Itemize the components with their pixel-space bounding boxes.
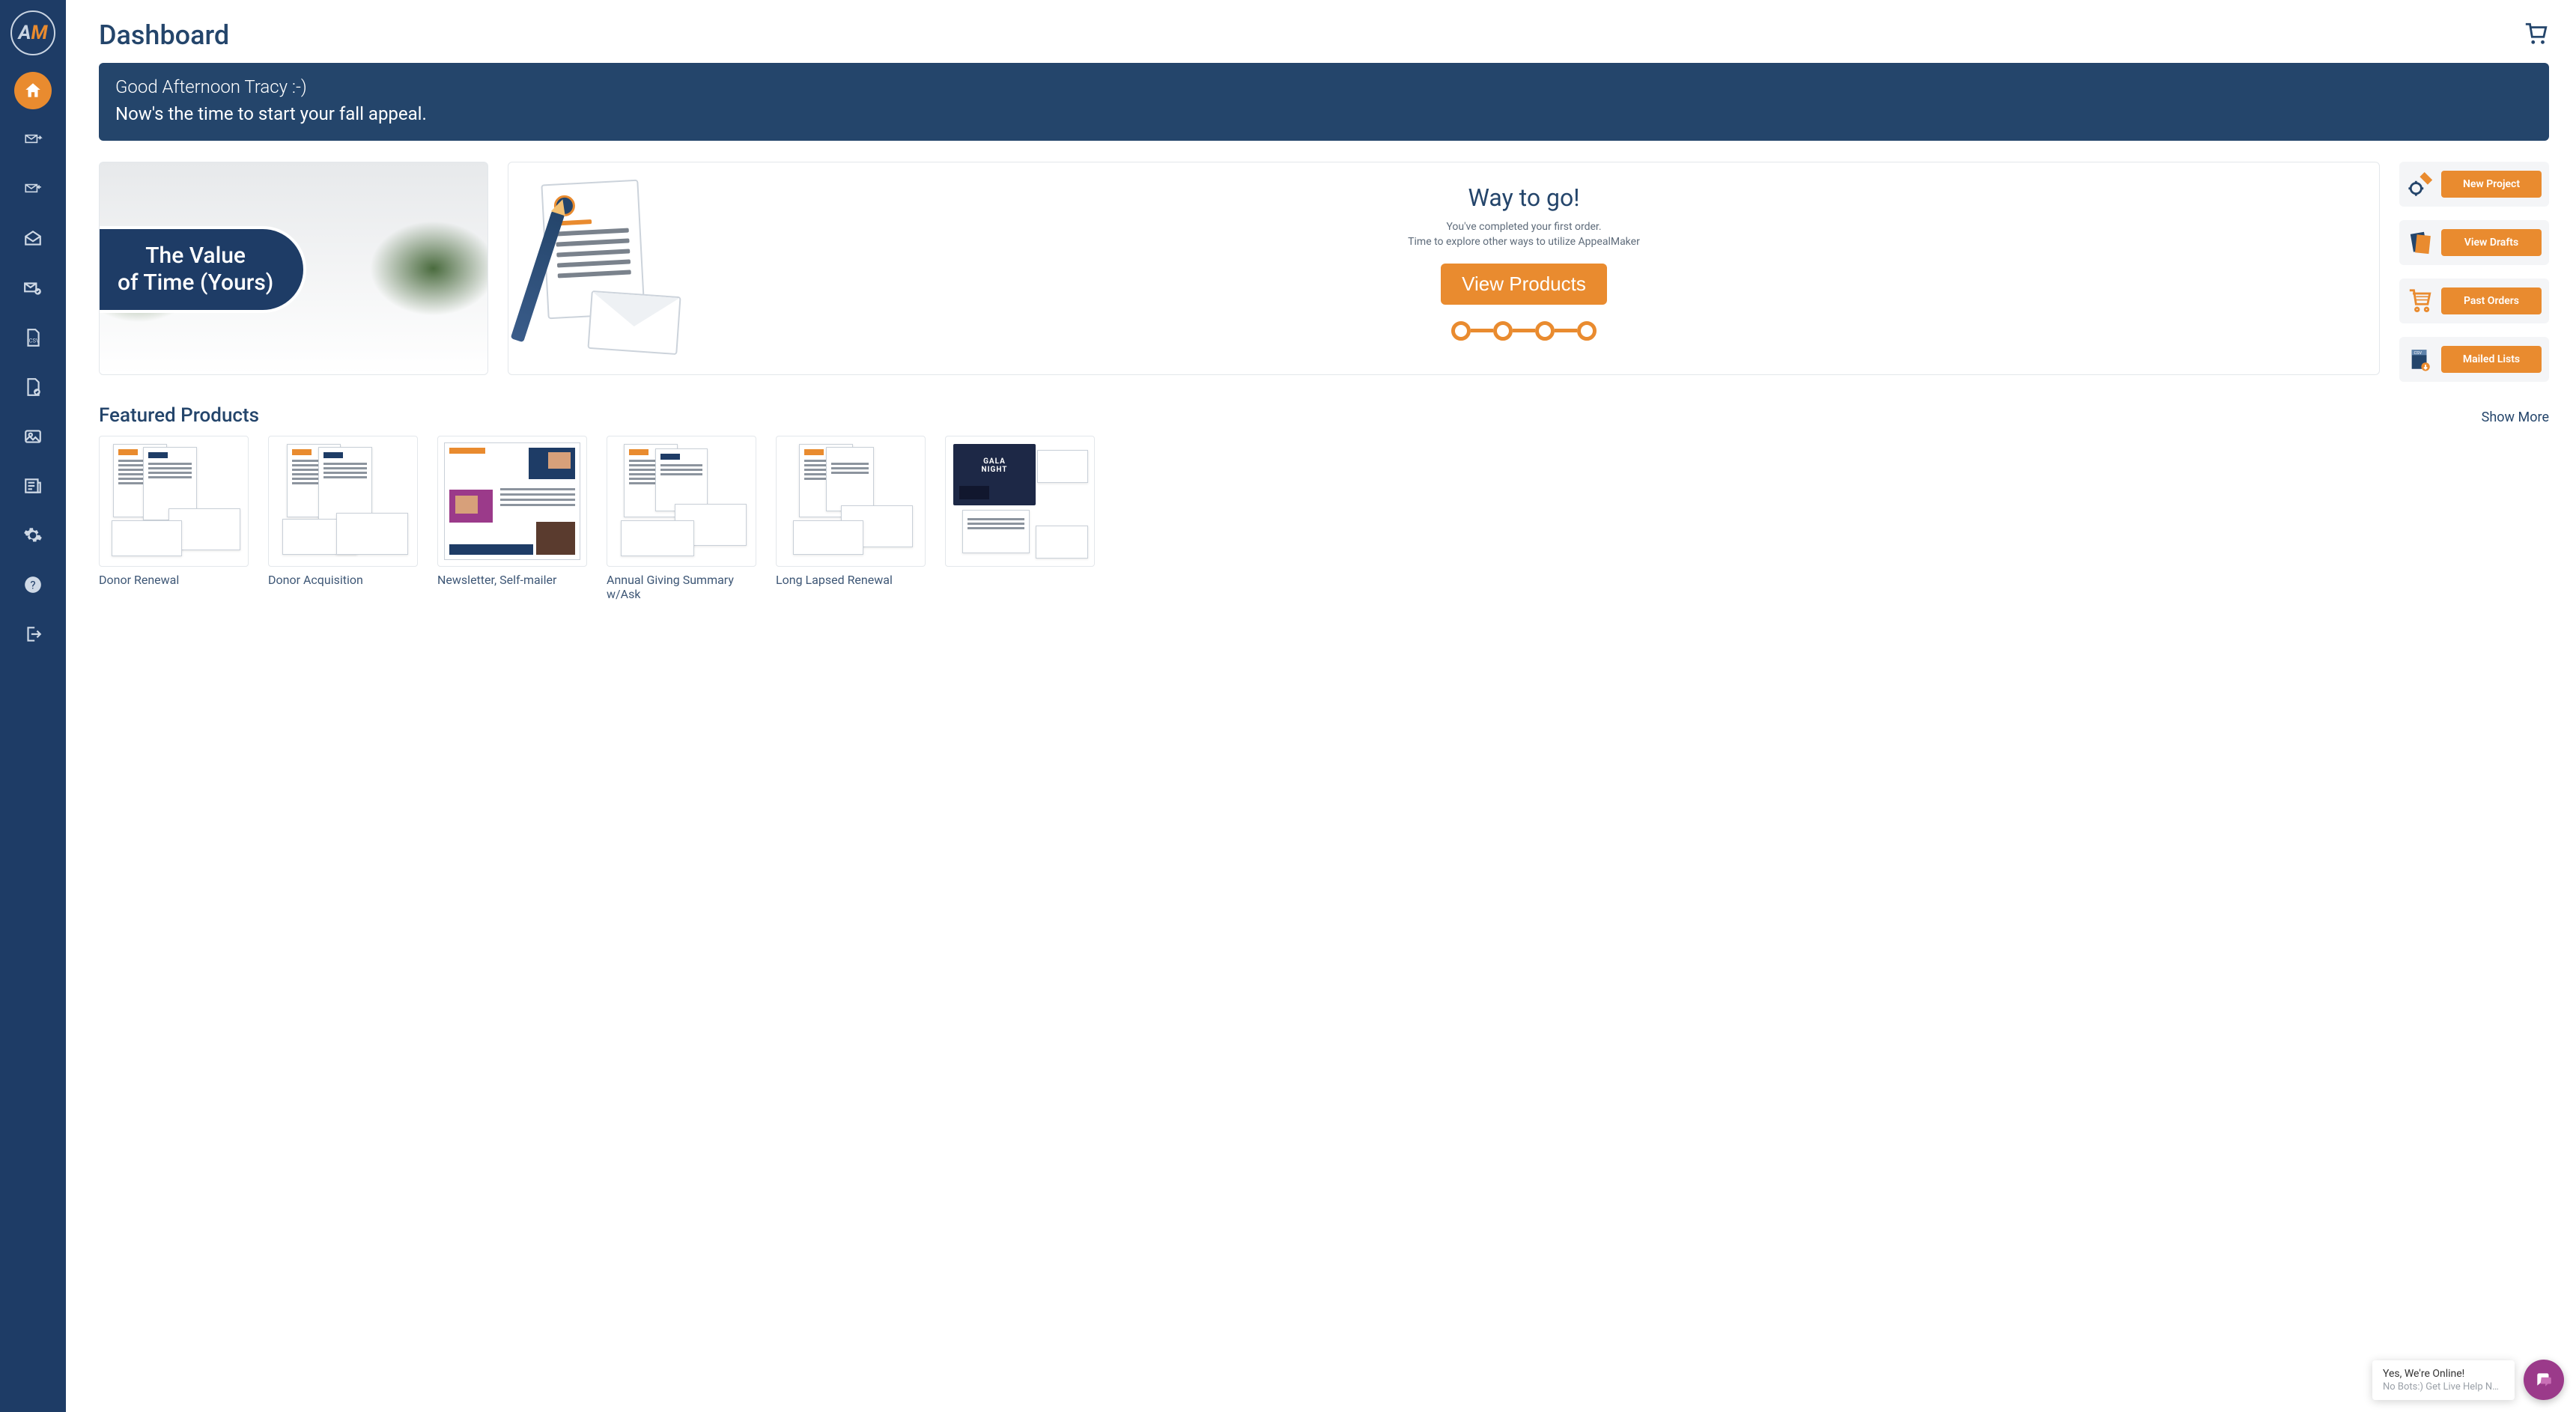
sidebar: AM CSV ? <box>0 0 66 1412</box>
svg-text:CSV: CSV <box>2414 351 2422 356</box>
page-title: Dashboard <box>99 19 229 51</box>
product-thumb <box>268 436 418 567</box>
quick-actions: New Project View Drafts Past Orders CSV … <box>2399 162 2549 382</box>
waytogo-body: You've completed your first order. Time … <box>1408 219 1640 250</box>
view-products-button[interactable]: View Products <box>1441 264 1607 305</box>
tools-icon <box>2407 171 2434 198</box>
quick-action-label: Mailed Lists <box>2441 346 2542 373</box>
logo-letter-m: M <box>31 22 47 44</box>
logout-icon <box>23 624 43 644</box>
nav-mail-in[interactable] <box>14 171 52 208</box>
value-time-line2: of Time (Yours) <box>118 270 273 296</box>
quick-action-past-orders[interactable]: Past Orders <box>2399 279 2549 323</box>
help-icon: ? <box>23 575 43 594</box>
featured-heading: Featured Products <box>99 404 259 427</box>
csv-download-icon: CSV <box>2407 346 2434 373</box>
quick-action-mailed-lists[interactable]: CSV Mailed Lists <box>2399 337 2549 382</box>
chat-bubble[interactable]: Yes, We're Online! No Bots:) Get Live He… <box>2372 1360 2515 1400</box>
mail-open-icon <box>23 229 43 249</box>
header-row: Dashboard <box>99 19 2549 51</box>
product-card[interactable]: Long Lapsed Renewal <box>776 436 926 601</box>
svg-text:CSV: CSV <box>29 338 40 344</box>
quick-action-label: New Project <box>2441 171 2542 198</box>
gear-icon <box>23 526 43 545</box>
product-thumb <box>776 436 926 567</box>
product-thumb <box>607 436 756 567</box>
card-value-of-time[interactable]: The Value of Time (Yours) <box>99 162 488 375</box>
nav-settings[interactable] <box>14 517 52 554</box>
nav-logout[interactable] <box>14 615 52 653</box>
waytogo-text: Way to go! You've completed your first o… <box>690 179 2358 358</box>
svg-text:?: ? <box>30 578 35 591</box>
progress-indicator <box>1451 321 1597 341</box>
quick-action-new-project[interactable]: New Project <box>2399 162 2549 207</box>
chat-fab[interactable] <box>2524 1360 2564 1400</box>
dashboard-cards-row: The Value of Time (Yours) Way to go! You… <box>99 162 2549 382</box>
product-title: Newsletter, Self-mailer <box>437 573 587 587</box>
product-title: Donor Acquisition <box>268 573 418 587</box>
cart-outline-icon <box>2407 287 2434 314</box>
product-card[interactable]: Donor Renewal <box>99 436 249 601</box>
waytogo-heading: Way to go! <box>1468 183 1580 212</box>
greeting-banner: Good Afternoon Tracy :-) Now's the time … <box>99 63 2549 141</box>
product-card[interactable]: Donor Acquisition <box>268 436 418 601</box>
nav-open-mail[interactable] <box>14 220 52 258</box>
documents-icon <box>2407 229 2434 256</box>
image-icon <box>23 427 43 446</box>
product-title: Annual Giving Summary w/Ask <box>607 573 756 601</box>
banner-tagline: Now's the time to start your fall appeal… <box>115 103 2533 124</box>
illus-envelope <box>587 290 681 355</box>
product-card[interactable]: Newsletter, Self-mailer <box>437 436 587 601</box>
main-content: Dashboard Good Afternoon Tracy :-) Now's… <box>66 0 2576 1412</box>
chat-line1: Yes, We're Online! <box>2383 1368 2504 1380</box>
file-csv-icon: CSV <box>23 328 43 347</box>
nav-home[interactable] <box>14 72 52 109</box>
quick-action-view-drafts[interactable]: View Drafts <box>2399 220 2549 265</box>
chat-widget: Yes, We're Online! No Bots:) Get Live He… <box>2372 1360 2564 1400</box>
mail-receive-icon <box>23 180 43 199</box>
quick-action-label: Past Orders <box>2441 287 2542 314</box>
card-way-to-go: Way to go! You've completed your first o… <box>508 162 2380 375</box>
value-time-label: The Value of Time (Yours) <box>100 226 306 313</box>
waytogo-illustration <box>529 179 679 358</box>
greeting-text: Good Afternoon Tracy :-) <box>115 76 2533 97</box>
quick-action-label: View Drafts <box>2441 229 2542 256</box>
mail-send-icon <box>23 130 43 150</box>
nav-images[interactable] <box>14 418 52 455</box>
product-card[interactable]: Annual Giving Summary w/Ask <box>607 436 756 601</box>
waytogo-line2: Time to explore other ways to utilize Ap… <box>1408 236 1640 248</box>
nav-file-check[interactable] <box>14 368 52 406</box>
featured-product-grid: Donor Renewal Donor Acquisition <box>99 436 2549 601</box>
cart-icon <box>2524 21 2549 46</box>
featured-header: Featured Products Show More <box>99 404 2549 427</box>
chat-line2: No Bots:) Get Live Help No… <box>2383 1381 2504 1393</box>
nav-mail-out[interactable] <box>14 121 52 159</box>
nav-csv-file[interactable]: CSV <box>14 319 52 356</box>
product-thumb: GALANIGHT <box>945 436 1095 567</box>
newspaper-icon <box>23 476 43 496</box>
mail-check-icon <box>23 279 43 298</box>
file-check-icon <box>23 377 43 397</box>
nav-mail-check[interactable] <box>14 270 52 307</box>
logo-letter-a: A <box>18 22 31 44</box>
product-thumb <box>99 436 249 567</box>
product-title: Donor Renewal <box>99 573 249 587</box>
show-more-link[interactable]: Show More <box>2482 410 2549 425</box>
nav-help[interactable]: ? <box>14 566 52 603</box>
home-icon <box>23 81 43 100</box>
cart-button[interactable] <box>2524 21 2549 49</box>
waytogo-line1: You've completed your first order. <box>1446 221 1601 233</box>
chat-icon <box>2534 1370 2554 1390</box>
value-time-line1: The Value <box>118 243 273 270</box>
product-thumb <box>437 436 587 567</box>
product-card[interactable]: GALANIGHT <box>945 436 1095 601</box>
nav-news[interactable] <box>14 467 52 505</box>
product-title: Long Lapsed Renewal <box>776 573 926 587</box>
sidebar-logo[interactable]: AM <box>10 10 55 55</box>
